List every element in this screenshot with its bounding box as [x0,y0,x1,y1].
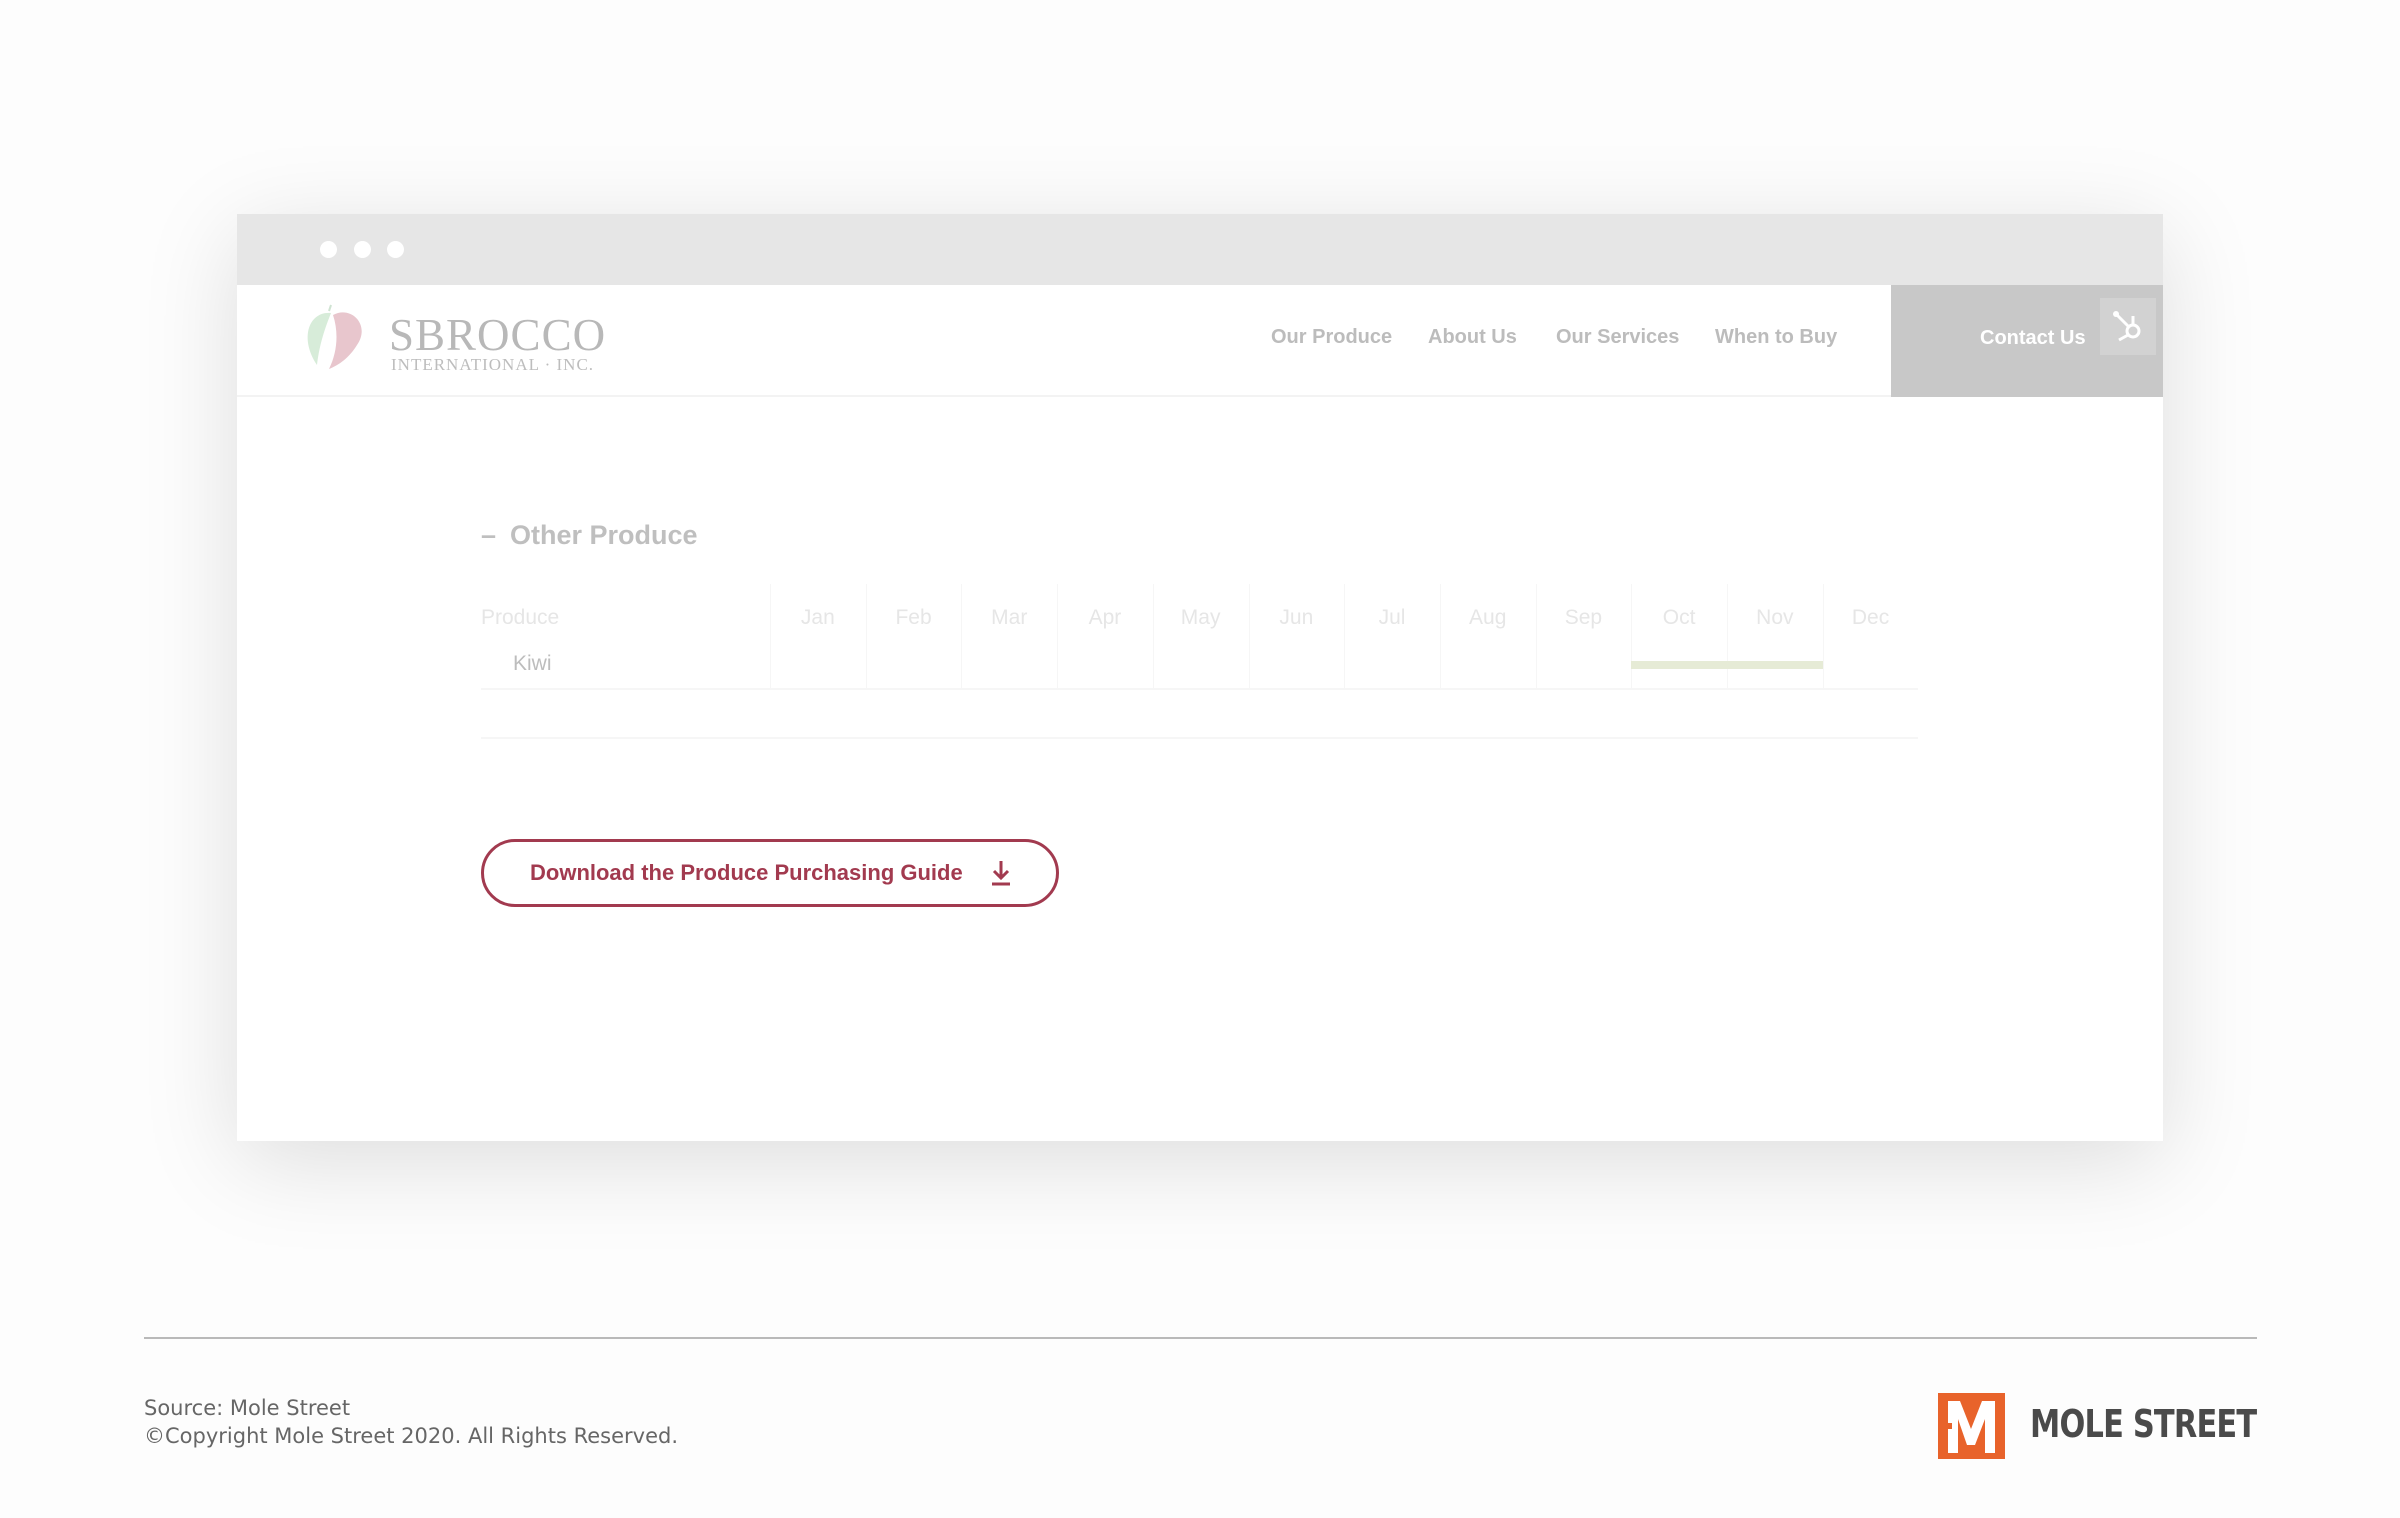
download-icon [991,861,1010,886]
month-column-divider [1631,584,1633,690]
month-column-divider [1344,584,1346,690]
month-header-mar: Mar [991,606,1028,629]
month-header-feb: Feb [895,606,932,629]
section-title: Other Produce [510,520,698,550]
month-column-divider [770,584,771,690]
site-header: SBROCCO INTERNATIONAL · INC. Our Produce… [237,285,2163,397]
month-column-divider [1248,584,1250,690]
month-header-sep: Sep [1564,606,1603,629]
month-column-divider [1057,584,1059,690]
sbrocco-logo[interactable]: SBROCCO INTERNATIONAL · INC. [299,303,605,375]
nav-our-services[interactable]: Our Services [1556,326,1679,349]
month-header-oct: Oct [1662,606,1696,629]
availability-bar [1631,661,1823,669]
month-column-divider [865,584,867,690]
window-dot-maximize[interactable] [387,241,404,258]
month-header-jul: Jul [1378,606,1406,629]
month-column-divider [1822,584,1824,690]
footer-divider [144,1337,2257,1339]
browser-window: SBROCCO INTERNATIONAL · INC. Our Produce… [237,214,2163,1141]
window-dot-close[interactable] [320,241,337,258]
nav-when-to-buy[interactable]: When to Buy [1715,326,1837,349]
download-guide-button[interactable]: Download the Produce Purchasing Guide [481,839,1059,907]
row-divider [481,688,1918,690]
hubspot-sprocket-icon[interactable] [2100,298,2156,355]
month-header-nov: Nov [1756,606,1794,629]
month-header-dec: Dec [1851,606,1890,629]
apple-logo-icon [307,304,362,369]
logo-name: SBROCCO [389,310,607,360]
month-header-jan: Jan [800,606,835,629]
section-heading[interactable]: – Other Produce [481,520,698,551]
nav-about-us[interactable]: About Us [1428,326,1517,349]
month-header-jun: Jun [1279,606,1314,629]
copyright-text: ©Copyright Mole Street 2020. All Rights … [144,1424,679,1448]
month-header-aug: Aug [1469,606,1507,629]
mole-street-logo-icon [1938,1393,2005,1459]
download-guide-label: Download the Produce Purchasing Guide [530,860,963,885]
contact-us-label: Contact Us [1980,327,2086,349]
window-dot-minimize[interactable] [354,241,371,258]
logo-sub: INTERNATIONAL · INC. [391,355,595,374]
month-column-divider [961,584,963,690]
month-column-divider [1152,584,1154,690]
collapse-toggle[interactable]: – [481,520,496,550]
nav-our-produce[interactable]: Our Produce [1271,326,1392,349]
browser-titlebar [237,214,2163,285]
month-column-divider [1535,584,1537,690]
mole-street-brand: MOLE STREET [2030,1402,2257,1446]
month-header-apr: Apr [1088,606,1122,629]
month-column-divider [1439,584,1441,690]
table-bottom-divider [481,737,1918,739]
produce-name: Kiwi [513,652,552,675]
produce-column-header: Produce [481,606,560,629]
source-text: Source: Mole Street [144,1396,351,1420]
month-header-may: May [1180,606,1221,629]
contact-us-button[interactable]: Contact Us [1891,285,2163,397]
month-column-divider [1727,584,1728,690]
